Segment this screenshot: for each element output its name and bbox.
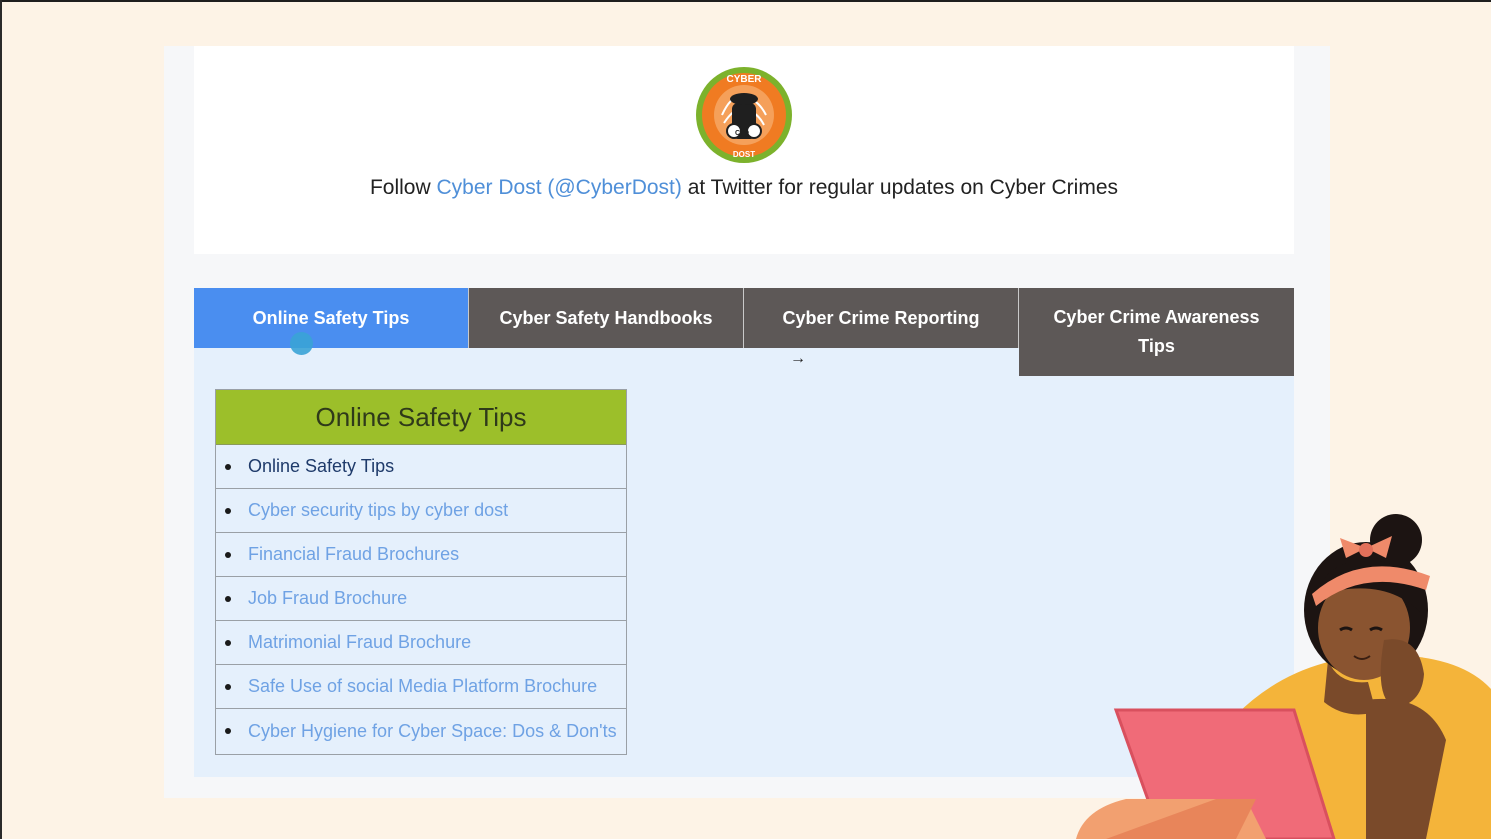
- click-indicator: [290, 332, 313, 355]
- left-border: [0, 0, 2, 839]
- list-item-label: Cyber Hygiene for Cyber Space: Dos & Don…: [248, 721, 617, 741]
- follow-message: Follow Cyber Dost (@CyberDost) at Twitte…: [194, 176, 1294, 200]
- tab-divider: [1018, 288, 1019, 348]
- bullet-icon: [225, 640, 231, 646]
- bullet-icon: [225, 596, 231, 602]
- follow-prefix: Follow: [369, 176, 437, 199]
- list-item[interactable]: Job Fraud Brochure: [216, 577, 626, 621]
- list-item[interactable]: Cyber Hygiene for Cyber Space: Dos & Don…: [216, 709, 626, 754]
- bullet-icon: [225, 684, 231, 690]
- tab-divider: [743, 288, 744, 348]
- bullet-icon: [225, 728, 231, 734]
- cyberdost-twitter-link[interactable]: Cyber Dost (@CyberDost): [437, 176, 682, 199]
- arrow-right-icon: →: [790, 350, 806, 367]
- svg-text:CD: CD: [735, 130, 753, 137]
- list-item[interactable]: Safe Use of social Media Platform Brochu…: [216, 665, 626, 709]
- tab-cyber-safety-handbooks[interactable]: Cyber Safety Handbooks: [469, 288, 743, 348]
- svg-text:CYBER: CYBER: [726, 74, 762, 85]
- online-safety-tips-box: Online Safety Tips Online Safety Tips Cy…: [215, 389, 627, 755]
- svg-text:DOST: DOST: [733, 150, 755, 159]
- bullet-icon: [225, 552, 231, 558]
- list-item-label: Financial Fraud Brochures: [248, 544, 460, 564]
- list-item-label: Job Fraud Brochure: [248, 588, 408, 608]
- list-heading: Online Safety Tips: [216, 390, 626, 445]
- bullet-icon: [225, 508, 231, 514]
- cyber-dost-logo: CYBER DOST CD: [696, 67, 792, 163]
- top-border: [0, 0, 1491, 2]
- list-item-label: Matrimonial Fraud Brochure: [248, 632, 472, 652]
- bullet-icon: [225, 464, 231, 470]
- list-item-label: Cyber security tips by cyber dost: [248, 500, 509, 520]
- tab-online-safety-tips[interactable]: Online Safety Tips: [194, 288, 468, 348]
- tab-cyber-crime-reporting[interactable]: Cyber Crime Reporting: [744, 288, 1018, 348]
- girl-with-laptop-illustration: [1076, 514, 1491, 839]
- list-item[interactable]: Cyber security tips by cyber dost: [216, 489, 626, 533]
- tab-divider: [468, 288, 469, 348]
- list-item[interactable]: Online Safety Tips: [216, 445, 626, 489]
- follow-suffix: at Twitter for regular updates on Cyber …: [681, 176, 1119, 199]
- list-item[interactable]: Matrimonial Fraud Brochure: [216, 621, 626, 665]
- list-item-label: Safe Use of social Media Platform Brochu…: [248, 676, 598, 696]
- tab-cyber-crime-awareness-tips[interactable]: Cyber Crime Awareness Tips: [1019, 288, 1294, 376]
- list-item[interactable]: Financial Fraud Brochures: [216, 533, 626, 577]
- list-item-label: Online Safety Tips: [248, 456, 395, 476]
